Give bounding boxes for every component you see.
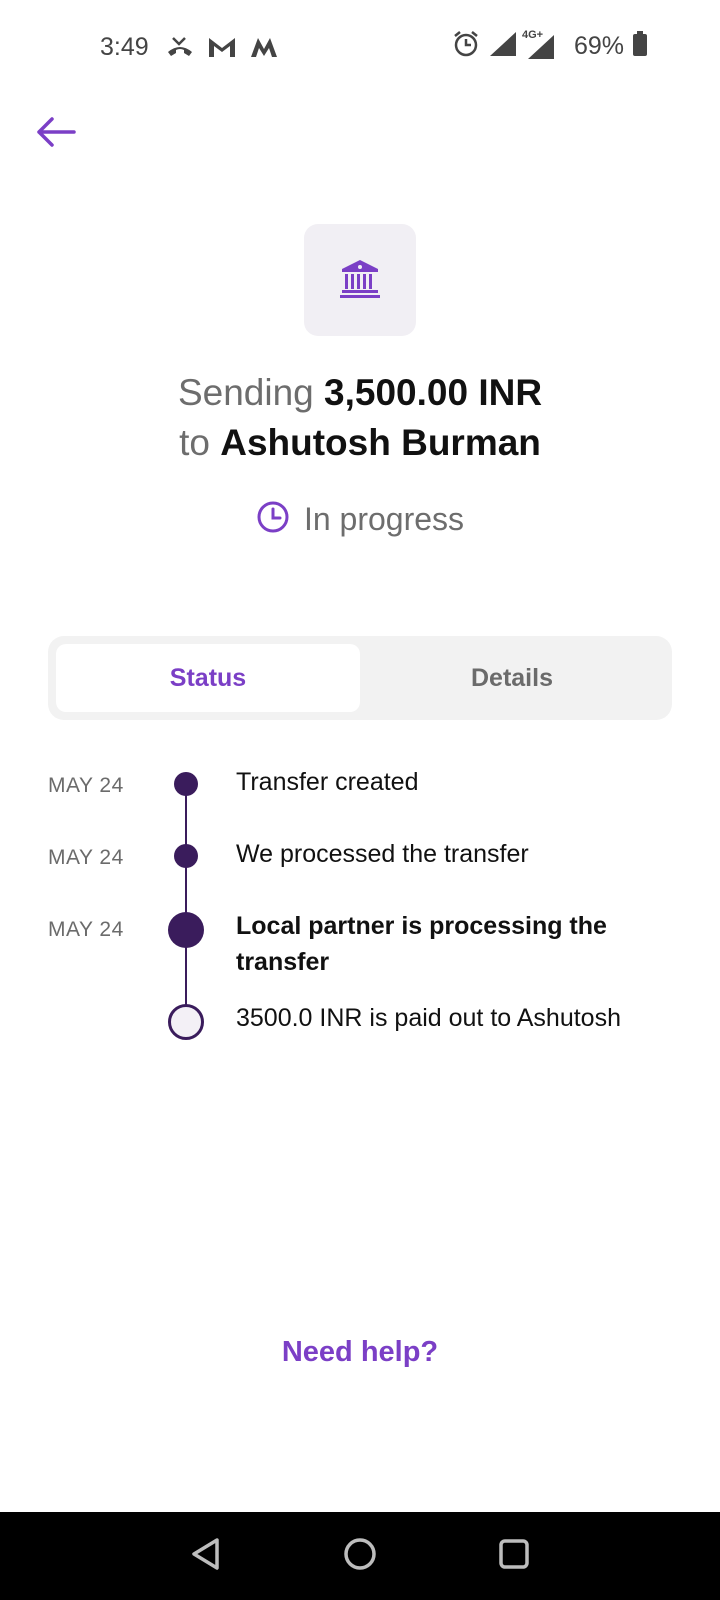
status-time: 3:49 [100,33,149,61]
transfer-headline: Sending 3,500.00 INR to Ashutosh Burman [0,368,720,468]
sending-word: Sending [177,372,314,413]
notification-icons [165,34,279,65]
status-bar: 3:49 4G+ 69% [0,0,720,96]
transfer-status: In progress [0,500,720,539]
timeline-dot-done [174,772,198,796]
battery-percent: 69% [573,32,624,60]
nav-home-button[interactable] [338,1534,382,1578]
arrow-left-icon [34,115,78,154]
to-word: to [179,422,210,463]
navigation-bar [0,1512,720,1600]
myntra-icon [249,35,279,64]
recipient-name: Ashutosh Burman [220,422,541,463]
battery-icon [632,31,648,62]
timeline-date: MAY 24 [48,918,124,941]
tab-details[interactable]: Details [360,644,664,712]
bank-tile [304,224,416,336]
timeline-step-text: 3500.0 INR is paid out to Ashutosh [236,1004,621,1032]
timeline-step-text: Transfer created [236,768,419,796]
timeline-connector [185,782,187,1022]
transfer-amount: 3,500.00 INR [324,372,543,413]
clock-icon [256,500,290,539]
system-icons: 4G+ 69% [452,29,648,63]
timeline-step-text: Local partner is processing the transfer [236,912,607,976]
signal-icon [488,30,518,63]
timeline-step-text: We processed the transfer [236,840,529,868]
gmail-icon [207,35,237,64]
tab-bar: Status Details [48,636,672,720]
missed-call-icon [165,34,195,65]
timeline-date: MAY 24 [48,774,124,797]
back-button[interactable] [30,112,82,156]
circle-home-icon [342,1536,378,1577]
status-text: In progress [303,501,465,537]
timeline-dot-done [174,844,198,868]
timeline-dot-pending [168,1004,204,1040]
nav-back-button[interactable] [184,1534,228,1578]
signal-4g-icon: 4G+ [522,29,556,61]
timeline-dot-current [168,912,204,948]
need-help-link[interactable]: Need help? [0,1336,720,1369]
status-timeline: MAY 24 Transfer created MAY 24 We proces… [0,760,720,1080]
alarm-icon [452,30,480,63]
timeline-date: MAY 24 [48,846,124,869]
triangle-back-icon [189,1536,223,1577]
bank-icon [339,257,381,304]
tab-status[interactable]: Status [56,644,360,712]
square-recents-icon [497,1537,531,1576]
network-type: 4G+ [521,28,544,41]
nav-recents-button[interactable] [492,1534,536,1578]
